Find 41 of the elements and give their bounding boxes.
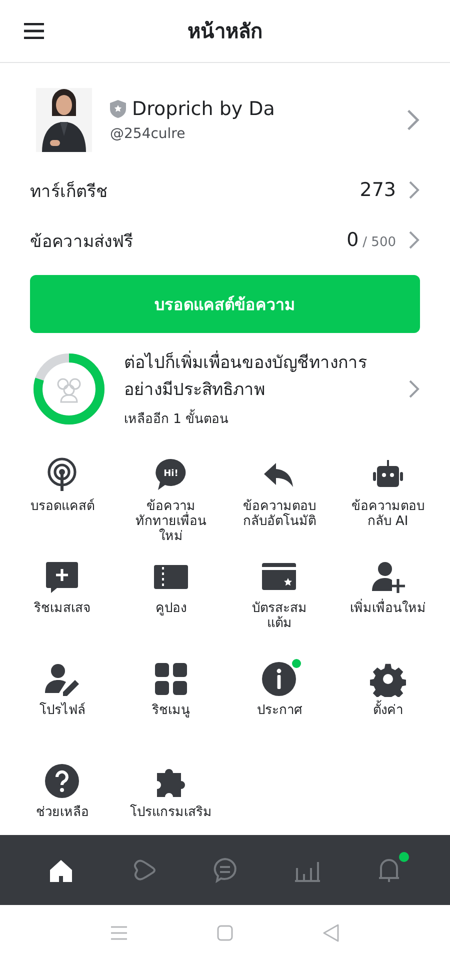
message-plus-icon: [44, 559, 80, 595]
back-icon[interactable]: [323, 924, 339, 942]
chevron-right-icon: [408, 180, 420, 200]
feature-button[interactable]: คูปอง: [116, 547, 225, 649]
feature-button[interactable]: ข้อความตอบกลับ AI: [334, 445, 442, 547]
stat-value: 273: [360, 179, 396, 201]
chat-icon: [211, 856, 239, 884]
stat-value: 0: [346, 229, 359, 251]
home-button-icon[interactable]: [217, 924, 233, 940]
chevron-right-icon: [408, 230, 420, 250]
person-edit-icon: [44, 661, 80, 697]
info-icon: [261, 661, 298, 697]
feature-button[interactable]: ริชเมสเสจ: [8, 547, 116, 649]
account-name: Droprich by Da: [132, 98, 275, 120]
feature-button[interactable]: Hi! ข้อความทักทายเพื่อนใหม่: [116, 445, 225, 547]
help-icon: [44, 763, 80, 799]
shield-icon: [110, 100, 126, 118]
feature-button[interactable]: ริชเมนู: [116, 649, 225, 751]
chevron-right-icon: [406, 108, 420, 132]
recent-apps-icon[interactable]: [111, 926, 127, 940]
feature-button[interactable]: ตั้งค่า: [334, 649, 442, 751]
stat-limit: / 500: [362, 235, 396, 250]
feature-button[interactable]: เพิ่มเพื่อนใหม่: [334, 547, 442, 649]
feature-button[interactable]: โปรไฟล์: [8, 649, 116, 751]
feature-button[interactable]: ประกาศ: [225, 649, 334, 751]
feature-button[interactable]: ข้อความตอบกลับอัตโนมัติ: [225, 445, 334, 547]
stat-label: ทาร์เก็ตรีช: [30, 180, 109, 204]
grid-icon: [152, 661, 189, 697]
feature-button[interactable]: โปรแกรมเสริม: [116, 751, 225, 821]
settings-icon: [370, 661, 406, 697]
add-person-icon: [370, 559, 406, 595]
account-id: @254culre: [110, 126, 186, 142]
feature-button[interactable]: บรอดแคสต์: [8, 445, 116, 547]
stat-label: ข้อความส่งฟรี: [30, 230, 134, 254]
feature-button[interactable]: ช่วยเหลือ: [8, 751, 116, 821]
menu-icon[interactable]: [24, 23, 44, 39]
chevron-right-icon: [408, 379, 420, 399]
page-title: หน้าหลัก: [188, 19, 262, 43]
feature-button[interactable]: บัตรสะสมแต้ม: [225, 547, 334, 649]
progress-title: ต่อไปก็เพิ่มเพื่อนของบัญชีทางการอย่างมีประสิทธิภาพ: [124, 350, 368, 402]
progress-subtitle: เหลืออีก 1 ขั้นตอน: [124, 408, 392, 428]
